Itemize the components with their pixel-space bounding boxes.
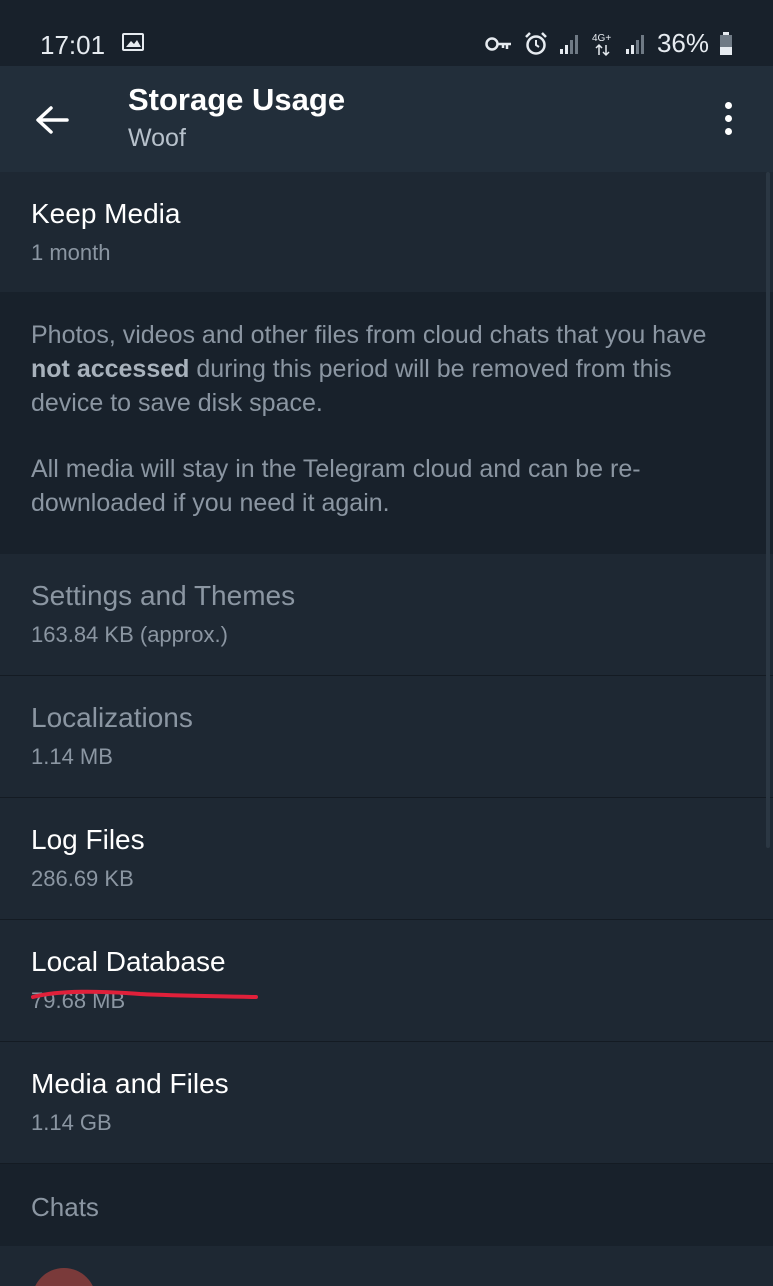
dot-icon [724,114,732,122]
annotation-underline [31,989,258,999]
item-size: 1.14 GB [31,1110,112,1135]
overflow-menu-button[interactable] [708,98,748,138]
key-icon [485,36,511,51]
status-time: 17:01 [40,30,106,60]
keep-media-value: 1 month [31,240,111,265]
avatar [32,1268,96,1286]
4g-data-icon: 4G+ [592,33,611,56]
scrollbar[interactable] [766,172,770,848]
list-item-local-database[interactable]: Local Database 79.68 MB [0,920,773,1042]
chat-row-partial[interactable] [0,1246,773,1286]
dot-icon [724,101,732,109]
image-notification-icon [122,33,144,51]
alarm-icon [525,31,547,55]
list-item-settings-themes[interactable]: Settings and Themes 163.84 KB (approx.) [0,554,773,676]
app-bar: Storage Usage Woof [0,66,773,172]
signal-2-icon [625,34,644,54]
chats-section-label: Chats [31,1192,99,1222]
keep-media-row[interactable]: Keep Media 1 month [0,172,773,292]
item-size: 163.84 KB (approx.) [31,622,228,647]
page-title: Storage Usage [128,82,346,117]
item-title: Localizations [31,702,193,733]
svg-text:4G+: 4G+ [592,33,611,44]
back-button[interactable] [30,98,74,142]
dot-icon [724,127,732,135]
item-title: Log Files [31,824,145,855]
item-title: Media and Files [31,1068,229,1099]
chats-section-header: Chats [0,1164,773,1246]
list-item-log-files[interactable]: Log Files 286.69 KB [0,798,773,920]
info-bold-text: not accessed [31,355,190,383]
page-subtitle: Woof [128,124,186,152]
status-icons: 4G+ 36% [485,28,733,59]
storage-list: Keep Media 1 month Photos, videos and ot… [0,172,773,1286]
info-paragraph-2: All media will stay in the Telegram clou… [31,455,641,517]
battery-icon [720,31,732,55]
list-item-media-files[interactable]: Media and Files 1.14 GB [0,1042,773,1164]
status-bar: 17:01 4G+ 36% [0,0,773,66]
keep-media-title: Keep Media [31,198,181,229]
item-size: 1.14 MB [31,744,113,769]
arrow-back-icon [36,106,69,134]
item-title: Settings and Themes [31,580,296,611]
info-paragraph-1: Photos, videos and other files from clou… [31,321,707,417]
signal-icon [559,34,578,54]
item-title: Local Database [31,946,226,977]
battery-percent: 36% [656,28,709,58]
item-size: 286.69 KB [31,866,134,891]
keep-media-info: Photos, videos and other files from clou… [0,292,773,554]
list-item-localizations[interactable]: Localizations 1.14 MB [0,676,773,798]
